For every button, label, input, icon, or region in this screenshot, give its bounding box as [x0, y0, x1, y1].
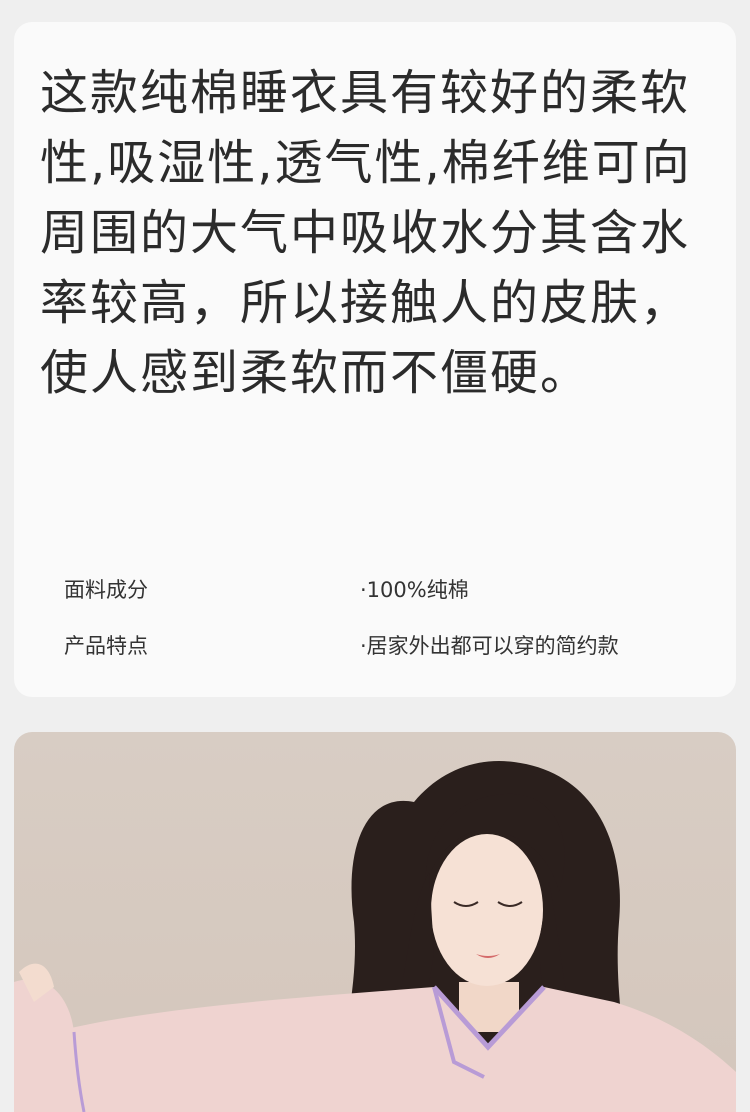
product-info-card: 这款纯棉睡衣具有较好的柔软性,吸湿性,透气性,棉纤维可向周围的大气中吸收水分其含… — [14, 22, 736, 697]
product-photo — [14, 732, 736, 1112]
face — [431, 834, 543, 986]
spec-value-material: ·100%纯棉 — [360, 578, 469, 602]
spec-value-feature: ·居家外出都可以穿的简约款 — [360, 634, 619, 658]
spec-label-material: 面料成分 — [64, 578, 148, 602]
raised-arm — [14, 979, 84, 1112]
product-description: 这款纯棉睡衣具有较好的柔软性,吸湿性,透气性,棉纤维可向周围的大气中吸收水分其含… — [40, 65, 692, 401]
pajama-top — [14, 987, 736, 1112]
model-illustration — [14, 761, 736, 1112]
spec-label-feature: 产品特点 — [64, 634, 148, 658]
